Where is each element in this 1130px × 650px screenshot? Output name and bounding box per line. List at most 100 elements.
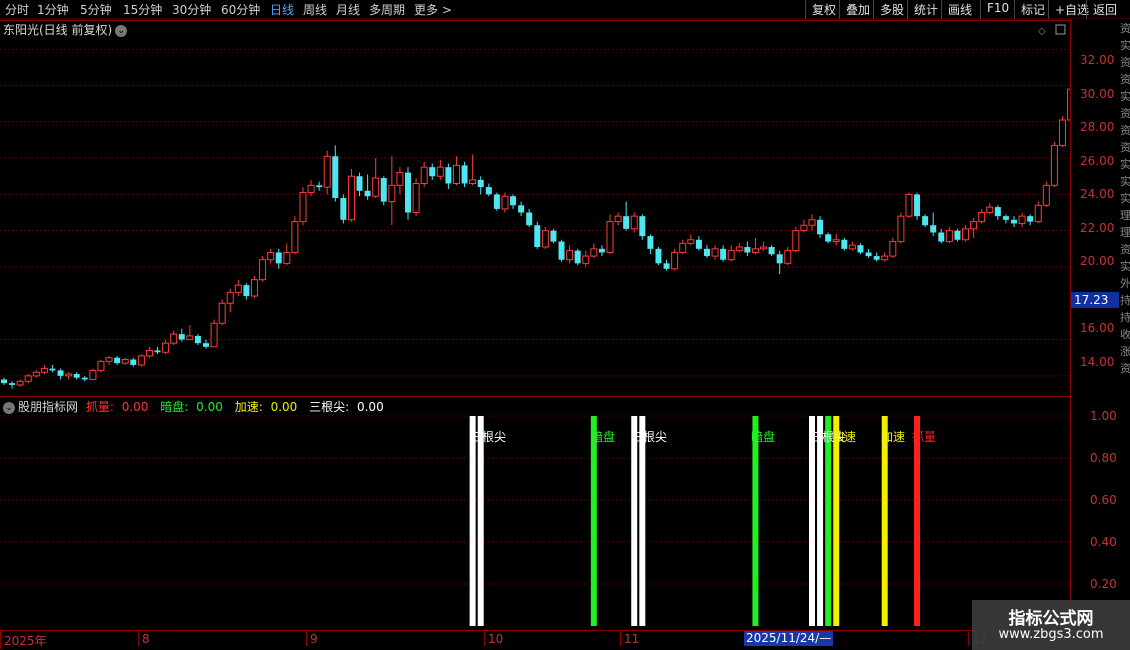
- candle-body-up: [65, 373, 73, 377]
- indicator-tick: 0.40: [1090, 535, 1117, 549]
- candle-body-down: [154, 350, 161, 353]
- indicator-item-three-peaks: 三根尖: 0.00: [309, 400, 388, 414]
- candlestick-chart[interactable]: ◇: [0, 0, 1070, 630]
- candle-body-up: [679, 242, 687, 253]
- price-tick: 26.00: [1080, 154, 1115, 168]
- item-label: 加速:: [234, 400, 263, 414]
- side-info-strip: 资 实 资 资 实 资 资 资 实 实 实 理 理 资 实 外 持 持 收 涨 …: [1120, 22, 1130, 375]
- candle-body-down: [914, 194, 921, 217]
- candle-body-up: [606, 221, 614, 253]
- candle-body-up: [832, 239, 840, 243]
- candle-body-down: [841, 239, 848, 249]
- price-tick: 16.00: [1080, 321, 1115, 335]
- candle-body-down: [194, 335, 201, 344]
- signal-bar-三根尖: [469, 416, 476, 626]
- candle-body-up: [436, 166, 444, 177]
- item-value: 0.00: [356, 400, 384, 414]
- candle-body-down: [130, 359, 137, 365]
- stock-title[interactable]: 东阳光(日线 前复权) ⌄: [3, 21, 128, 38]
- candle-body-up: [307, 184, 315, 194]
- watermark-url: www.zbgs3.com: [998, 627, 1104, 642]
- candle-body-down: [873, 256, 880, 260]
- candle-body-down: [1002, 216, 1009, 220]
- signal-label: 暗盘: [591, 430, 616, 444]
- candle-body-down: [1, 379, 7, 384]
- candle-body-up: [267, 251, 275, 261]
- signal-label: 三根尖: [631, 430, 668, 444]
- candle-body-up: [259, 259, 267, 281]
- date-tick: 10: [484, 632, 503, 646]
- stock-title-text: 东阳光(日线 前复权): [3, 23, 113, 37]
- indicator-title: ⌄ 股朋指标网 抓量: 0.00 暗盘: 0.00 加速: 0.00 三根尖: 0…: [3, 398, 392, 415]
- candle-body-down: [477, 179, 484, 188]
- candle-body-up: [751, 248, 759, 253]
- candle-body-down: [405, 172, 411, 213]
- candle-body-up: [210, 322, 218, 348]
- candle-body-up: [347, 175, 355, 221]
- signal-label: 加速: [832, 430, 857, 444]
- indicator-item-dark-pool: 暗盘: 0.00: [160, 400, 227, 414]
- candle-body-up: [986, 206, 994, 214]
- indicator-tick: 1.00: [1090, 409, 1117, 423]
- candle-body-down: [776, 254, 783, 264]
- price-tick: 20.00: [1080, 254, 1115, 268]
- candle-body-up: [299, 192, 307, 223]
- candle-body-up: [711, 248, 719, 257]
- candle-body-up: [121, 359, 129, 364]
- signal-bar-三根尖: [639, 416, 646, 626]
- candle-body-down: [922, 216, 929, 226]
- signal-bar-暗盘: [752, 416, 759, 626]
- candle-body-down: [332, 156, 339, 199]
- price-tick: 32.00: [1080, 53, 1115, 67]
- candle-body-down: [178, 334, 185, 340]
- candle-body-down: [703, 248, 710, 257]
- candle-body-up: [566, 250, 574, 261]
- candle-body-down: [825, 234, 832, 242]
- price-tick: 28.00: [1080, 120, 1115, 134]
- watermark-title: 指标公式网: [1008, 609, 1094, 629]
- candle-body-up: [186, 335, 194, 341]
- candle-body-down: [340, 198, 347, 220]
- candle-body-down: [623, 216, 630, 229]
- candle-body-up: [32, 371, 40, 377]
- signal-bar-三根尖: [631, 416, 638, 626]
- candle-body-up: [372, 177, 380, 197]
- candle-body-down: [445, 167, 452, 184]
- date-tick: 11: [620, 632, 639, 646]
- candle-body-up: [687, 239, 695, 244]
- candle-body-up: [792, 230, 800, 252]
- candle-body-up: [978, 212, 986, 223]
- candle-body-up: [420, 166, 428, 185]
- current-price-marker: 17.23: [1071, 292, 1119, 308]
- candle-body-down: [768, 247, 775, 255]
- candle-body-down: [1011, 219, 1017, 224]
- candle-body-up: [1034, 204, 1042, 223]
- chevron-down-icon[interactable]: ⌄: [3, 401, 15, 414]
- candle-body-up: [727, 250, 735, 261]
- indicator-item-accelerate: 加速: 0.00: [235, 400, 302, 414]
- candle-body-down: [356, 176, 363, 191]
- candle-body-down: [954, 230, 961, 240]
- candle-body-up: [614, 215, 622, 223]
- diamond-icon: ◇: [1038, 26, 1046, 37]
- candle-body-down: [380, 178, 387, 202]
- candle-body-up: [848, 244, 856, 250]
- candle-body-up: [808, 219, 816, 226]
- item-value: 0.00: [121, 400, 149, 414]
- candle-body-down: [114, 357, 121, 364]
- candle-body-down: [550, 230, 557, 242]
- candle-body-up: [226, 291, 234, 304]
- candle-body-down: [275, 252, 282, 264]
- indicator-item-grab-volume: 抓量: 0.00: [86, 400, 153, 414]
- candle-body-up: [962, 228, 970, 241]
- candle-body-down: [1027, 216, 1034, 222]
- candle-body-up: [905, 193, 913, 217]
- signal-label: 三根尖: [470, 430, 507, 444]
- signal-bar-三根尖: [809, 416, 815, 626]
- candle-body-down: [9, 383, 16, 385]
- candle-body-down: [493, 194, 500, 209]
- candle-body-down: [526, 212, 533, 226]
- back-button[interactable]: 返回: [1086, 0, 1123, 19]
- signal-label: 加速: [881, 430, 906, 444]
- chevron-down-icon[interactable]: ⌄: [115, 24, 128, 37]
